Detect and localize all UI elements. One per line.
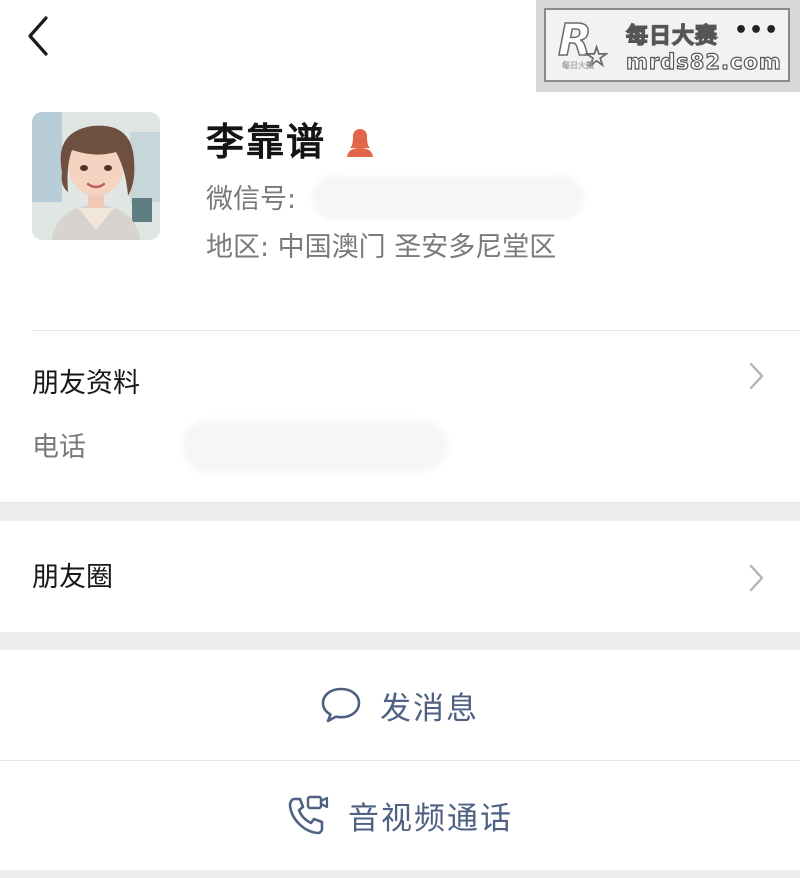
region-text: 地区: 中国澳门 圣安多尼堂区 [206, 232, 557, 263]
section-gap [0, 632, 800, 650]
section-gap [0, 503, 800, 521]
friend-info-title[interactable]: 朋友资料 [32, 364, 140, 404]
video-call-icon [288, 795, 329, 835]
chat-bubble-icon [321, 687, 361, 723]
send-message-button[interactable]: 发消息 [0, 650, 800, 760]
watermark-title: 每日大赛 [625, 23, 719, 49]
more-icon[interactable]: ••• [734, 18, 779, 43]
watermark-frame: R ☆ 每日大赛 每日大赛 ••• mrds82.com [544, 8, 790, 82]
profile-name: 李靠谱 [206, 120, 327, 164]
chevron-right-icon[interactable] [744, 562, 768, 594]
watermark: R ☆ 每日大赛 每日大赛 ••• mrds82.com [536, 0, 800, 92]
moments-title[interactable]: 朋友圈 [32, 558, 113, 598]
chevron-left-icon [28, 16, 48, 56]
video-call-button[interactable]: 音视频通话 [0, 761, 800, 869]
divider [32, 330, 800, 331]
watermark-site: mrds82.com [625, 49, 782, 74]
wechat-id-label: 微信号: [206, 184, 297, 215]
wechat-id-redacted [312, 176, 584, 220]
phone-label: 电话 [32, 432, 86, 463]
watermark-logo-sub: 每日大赛 [562, 61, 594, 70]
send-message-label: 发消息 [380, 690, 479, 727]
bottom-band [0, 870, 800, 878]
chevron-right-icon[interactable] [744, 360, 768, 392]
avatar[interactable] [32, 112, 160, 240]
video-call-label: 音视频通话 [348, 800, 513, 837]
back-button[interactable] [20, 14, 60, 58]
female-user-icon [347, 129, 373, 157]
phone-number-redacted [182, 420, 448, 472]
avatar-image [32, 112, 160, 240]
